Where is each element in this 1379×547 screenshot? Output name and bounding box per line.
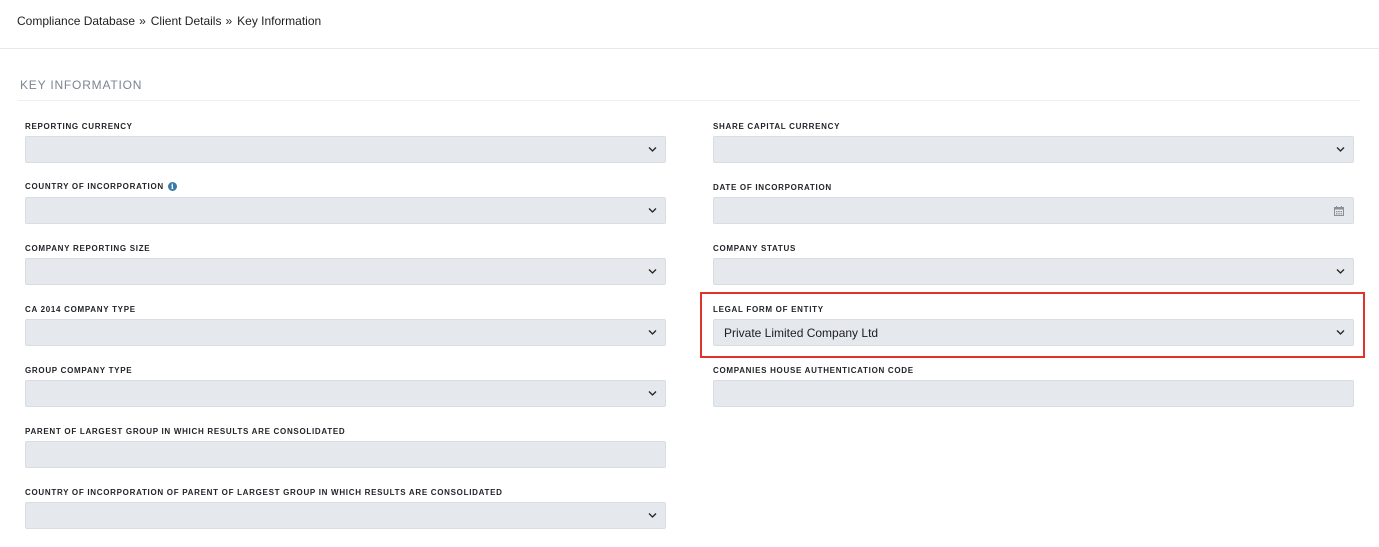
chevron-down-icon (648, 147, 657, 152)
company-reporting-size-label-text: COMPANY REPORTING SIZE (25, 244, 151, 253)
section-divider (18, 100, 1360, 101)
share-capital-currency-select[interactable] (713, 136, 1354, 163)
chevron-down-icon (1336, 330, 1345, 335)
chevron-down-icon (1336, 147, 1345, 152)
company-reporting-size-select[interactable] (25, 258, 666, 285)
breadcrumb-current-page: Key Information (237, 14, 322, 28)
chevron-down-icon (1336, 269, 1345, 274)
country-of-incorporation-of-parent-label: COUNTRY OF INCORPORATION OF PARENT OF LA… (25, 488, 503, 497)
parent-of-largest-group-input[interactable] (25, 441, 666, 468)
reporting-currency-select[interactable] (25, 136, 666, 163)
company-status-select[interactable] (713, 258, 1354, 285)
legal-form-of-entity-label-text: LEGAL FORM OF ENTITY (713, 305, 824, 314)
page-header: Compliance Database » Client Details » K… (0, 0, 1379, 49)
companies-house-auth-code-label: COMPANIES HOUSE AUTHENTICATION CODE (713, 366, 914, 375)
share-capital-currency-label-text: SHARE CAPITAL CURRENCY (713, 122, 841, 131)
date-of-incorporation-input[interactable] (713, 197, 1354, 224)
chevron-down-icon (648, 269, 657, 274)
section-title: KEY INFORMATION (20, 78, 143, 92)
country-of-incorporation-label-text: COUNTRY OF INCORPORATION (25, 182, 164, 191)
legal-form-of-entity-value: Private Limited Company Ltd (724, 326, 879, 340)
company-reporting-size-label: COMPANY REPORTING SIZE (25, 244, 150, 253)
breadcrumb-separator: » (139, 14, 146, 28)
share-capital-currency-label: SHARE CAPITAL CURRENCY (713, 122, 840, 131)
chevron-down-icon (648, 513, 657, 518)
country-of-incorporation-of-parent-label-text: COUNTRY OF INCORPORATION OF PARENT OF LA… (25, 488, 503, 497)
date-of-incorporation-label-text: DATE OF INCORPORATION (713, 183, 832, 192)
ca-2014-company-type-label-text: CA 2014 COMPANY TYPE (25, 305, 136, 314)
chevron-down-icon (648, 330, 657, 335)
parent-of-largest-group-label-text: PARENT OF LARGEST GROUP IN WHICH RESULTS… (25, 427, 346, 436)
breadcrumb: Compliance Database » Client Details » K… (17, 14, 321, 28)
chevron-down-icon (648, 208, 657, 213)
group-company-type-label: GROUP COMPANY TYPE (25, 366, 132, 375)
legal-form-of-entity-select[interactable]: Private Limited Company Ltd (713, 319, 1354, 346)
companies-house-auth-code-label-text: COMPANIES HOUSE AUTHENTICATION CODE (713, 366, 914, 375)
group-company-type-select[interactable] (25, 380, 666, 407)
legal-form-of-entity-label: LEGAL FORM OF ENTITY (713, 305, 824, 314)
ca-2014-company-type-select[interactable] (25, 319, 666, 346)
companies-house-auth-code-input[interactable] (713, 380, 1354, 407)
country-of-incorporation-label: COUNTRY OF INCORPORATION i (25, 182, 177, 191)
group-company-type-label-text: GROUP COMPANY TYPE (25, 366, 133, 375)
breadcrumb-separator: » (225, 14, 233, 28)
calendar-icon[interactable] (1334, 206, 1344, 216)
reporting-currency-label-text: REPORTING CURRENCY (25, 122, 133, 131)
country-of-incorporation-select[interactable] (25, 197, 666, 224)
breadcrumb-client-details[interactable]: Client Details (151, 14, 222, 28)
info-icon[interactable]: i (167, 182, 177, 191)
company-status-label: COMPANY STATUS (713, 244, 796, 253)
date-of-incorporation-label: DATE OF INCORPORATION (713, 183, 832, 192)
breadcrumb-compliance-database[interactable]: Compliance Database (17, 14, 135, 28)
company-status-label-text: COMPANY STATUS (713, 244, 796, 253)
ca-2014-company-type-label: CA 2014 COMPANY TYPE (25, 305, 136, 314)
reporting-currency-label: REPORTING CURRENCY (25, 122, 133, 131)
country-of-incorporation-of-parent-select[interactable] (25, 502, 666, 529)
chevron-down-icon (648, 391, 657, 396)
parent-of-largest-group-label: PARENT OF LARGEST GROUP IN WHICH RESULTS… (25, 427, 345, 436)
